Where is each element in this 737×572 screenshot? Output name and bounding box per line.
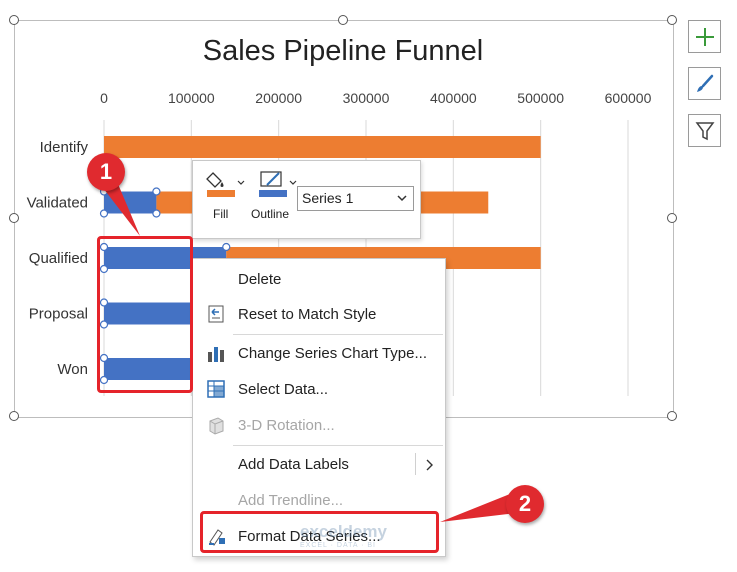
callout-badge-1: 1 — [87, 153, 125, 191]
callout-pointer-1 — [100, 184, 140, 236]
callout-badge-2: 2 — [506, 485, 544, 523]
callout-pointers — [100, 184, 525, 522]
